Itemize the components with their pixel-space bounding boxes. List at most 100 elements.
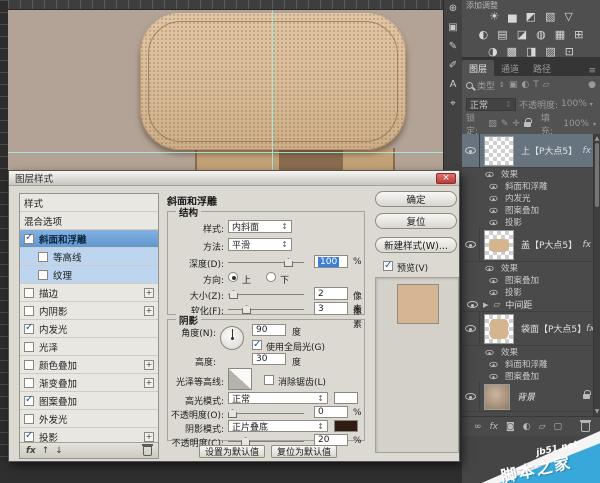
angle-input[interactable]: 90	[252, 324, 286, 336]
lock-pixels-icon[interactable]: ✎	[501, 119, 509, 129]
filter-shape-icon[interactable]: ▱	[543, 80, 550, 90]
eye-icon[interactable]	[489, 195, 498, 201]
gloss-contour-thumbnail[interactable]	[228, 368, 252, 390]
soften-input[interactable]: 3	[314, 302, 348, 315]
adjustment-invert-icon[interactable]: ◑	[488, 46, 498, 58]
add-instance-icon[interactable]: +	[144, 359, 154, 370]
layer-name[interactable]: 上【P大点5】	[521, 144, 577, 157]
add-instance-icon[interactable]: +	[144, 377, 154, 388]
shadow-mode-select[interactable]: 正片叠底 ↕	[228, 420, 328, 433]
depth-slider[interactable]	[228, 258, 304, 267]
fx-badge[interactable]: fx	[583, 240, 592, 250]
use-global-light-checkbox[interactable]	[252, 339, 262, 350]
styles-nav-blending-options[interactable]: 混合选项	[20, 212, 158, 230]
effect-row[interactable]: 图案叠加	[462, 204, 600, 216]
adjustment-vibrance-icon[interactable]: ▽	[564, 11, 572, 23]
brush-tool-icon[interactable]: ✎	[449, 41, 457, 53]
layer-mask-icon[interactable]: ◙	[506, 422, 515, 432]
slider-thumb[interactable]	[284, 258, 293, 267]
adjustment-selective-color-icon[interactable]: ⊡	[565, 46, 574, 58]
add-instance-icon[interactable]: +	[144, 287, 154, 298]
checkbox[interactable]	[24, 394, 34, 406]
style-item-inner-glow[interactable]: 内发光	[20, 320, 158, 338]
new-layer-icon[interactable]: ▢	[554, 422, 563, 432]
scrollbar-thumb[interactable]	[595, 143, 599, 207]
highlight-mode-select[interactable]: 正常 ↕	[228, 392, 328, 405]
add-instance-icon[interactable]: +	[144, 305, 154, 316]
mixer-brush-tool-icon[interactable]: ✐	[449, 60, 457, 72]
altitude-input[interactable]: 30	[252, 353, 286, 365]
checkbox[interactable]	[24, 359, 34, 370]
adjustment-channel-mixer-icon[interactable]: ▦	[555, 29, 565, 41]
adjustment-posterize-icon[interactable]: ▩	[507, 46, 517, 58]
slider-thumb[interactable]	[242, 305, 251, 314]
tab-layers[interactable]: 图层	[462, 60, 495, 76]
adjustment-hue-saturation-icon[interactable]: ◐	[479, 29, 489, 41]
filter-pixel-icon[interactable]: ▣	[509, 80, 518, 90]
checkbox[interactable]	[24, 305, 34, 316]
layer-thumbnail[interactable]	[484, 383, 510, 410]
expand-triangle-icon[interactable]: ▶	[483, 301, 488, 309]
size-input[interactable]: 2	[314, 287, 348, 300]
filter-adjustment-icon[interactable]: ◐	[521, 80, 529, 90]
effects-header-row[interactable]: 效果	[462, 262, 600, 274]
anti-alias-label[interactable]: 消除锯齿(L)	[278, 375, 326, 388]
checkbox[interactable]	[38, 251, 48, 262]
reset-default-button[interactable]: 复位为默认值	[271, 445, 337, 458]
filter-type-tool-icon[interactable]: T	[533, 80, 539, 90]
layers-scrollbar[interactable]: ▲ ▼	[593, 134, 600, 416]
preview-label[interactable]: 预览(V)	[397, 261, 428, 274]
guide-horizontal[interactable]	[8, 152, 443, 153]
adjustment-brightness-contrast-icon[interactable]: ☀	[489, 11, 499, 23]
adjustment-threshold-icon[interactable]: ◨	[526, 46, 536, 58]
filter-type-label[interactable]: 类型	[477, 79, 495, 92]
effect-row[interactable]: 投影	[462, 216, 600, 228]
effect-row[interactable]: 内发光	[462, 192, 600, 204]
style-item-pattern-overlay[interactable]: 图案叠加	[20, 392, 158, 410]
checkbox[interactable]	[24, 413, 34, 424]
make-default-button[interactable]: 设置为默认值	[199, 445, 265, 458]
style-item-contour[interactable]: 等高线	[20, 248, 158, 266]
angle-dial[interactable]	[220, 326, 244, 350]
checkbox[interactable]	[24, 430, 34, 442]
eye-icon[interactable]	[489, 277, 498, 283]
adjustment-gradient-map-icon[interactable]: ▨	[545, 46, 555, 58]
pen-tool-icon[interactable]: ⌖	[450, 98, 456, 110]
fx-badge[interactable]: fx	[583, 146, 592, 156]
layer-name[interactable]: 袋面【P大点5】	[521, 322, 586, 335]
style-item-stroke[interactable]: 描边 +	[20, 284, 158, 302]
highlight-opacity-input[interactable]: 0	[314, 406, 348, 418]
eye-icon[interactable]	[489, 361, 498, 367]
slider-thumb[interactable]	[228, 409, 237, 418]
effect-row[interactable]: 图案叠加	[462, 274, 600, 286]
stamp-tool-icon[interactable]: ▣	[448, 22, 457, 34]
new-style-button[interactable]: 新建样式(W)...	[375, 237, 457, 253]
visibility-toggle[interactable]	[462, 228, 480, 261]
link-layers-icon[interactable]: ∞	[474, 422, 482, 432]
checkbox[interactable]	[24, 232, 34, 244]
adjustment-exposure-icon[interactable]: ▧	[545, 11, 555, 23]
anti-alias-checkbox[interactable]	[264, 375, 274, 385]
lock-position-icon[interactable]: ✛	[512, 119, 520, 129]
delete-effect-icon[interactable]	[142, 443, 153, 456]
visibility-toggle[interactable]	[462, 312, 480, 345]
adjustment-layer-icon[interactable]: ◐	[523, 422, 531, 432]
direction-up-radio[interactable]	[228, 272, 238, 282]
style-item-color-overlay[interactable]: 颜色叠加 +	[20, 356, 158, 374]
effects-header-row[interactable]: 效果	[462, 346, 600, 358]
layer-row-top[interactable]: 上【P大点5】 fx	[462, 134, 600, 168]
checkbox[interactable]	[24, 287, 34, 298]
new-group-icon[interactable]: ▱	[539, 422, 546, 432]
checkbox[interactable]	[24, 341, 34, 352]
soften-slider[interactable]	[228, 305, 304, 314]
style-item-outer-glow[interactable]: 外发光	[20, 410, 158, 428]
layer-row-bagface[interactable]: 袋面【P大点5】 fx	[462, 312, 600, 346]
visibility-toggle[interactable]	[462, 134, 480, 167]
adjustment-black-white-icon[interactable]: ◪	[517, 29, 527, 41]
layer-group-row[interactable]: ▶ ▱ 中间距	[462, 298, 600, 312]
eye-icon[interactable]	[489, 373, 498, 379]
effect-row[interactable]: 斜面和浮雕	[462, 358, 600, 370]
eye-icon[interactable]	[489, 219, 498, 225]
filter-smart-object-icon[interactable]: ●	[588, 80, 596, 90]
effect-row[interactable]: 图案叠加	[462, 370, 600, 382]
